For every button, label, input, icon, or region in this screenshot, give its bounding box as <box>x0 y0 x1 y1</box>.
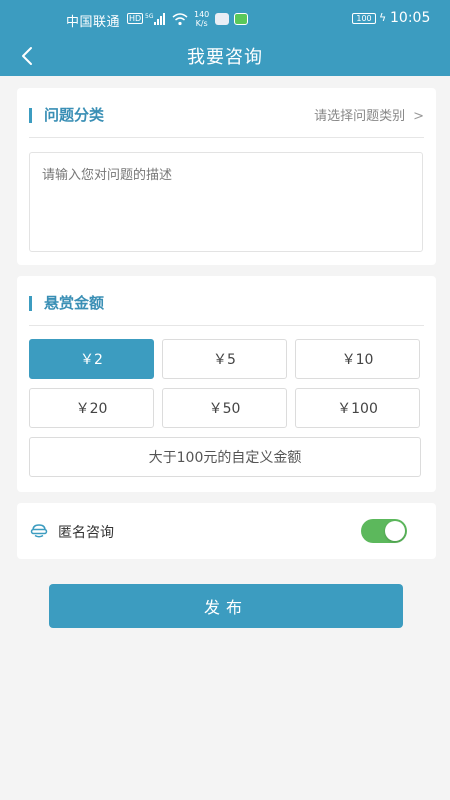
app-notification-icon <box>215 13 229 25</box>
reward-option-2[interactable]: ￥2 <box>29 339 154 379</box>
network-speed: 140 K/s <box>194 10 209 28</box>
svg-text:5G: 5G <box>145 13 154 20</box>
section-accent-bar <box>29 296 32 311</box>
reward-option-5[interactable]: ￥5 <box>162 339 287 379</box>
speed-unit: K/s <box>195 19 208 28</box>
reward-option-50[interactable]: ￥50 <box>162 388 287 428</box>
category-title: 问题分类 <box>44 106 105 124</box>
clock: 10:05 <box>390 10 431 26</box>
category-selector[interactable]: 请选择问题类别 > <box>314 105 424 124</box>
reward-option-10[interactable]: ￥10 <box>295 339 420 379</box>
signal-icon: 5G <box>145 13 165 25</box>
description-box <box>29 152 423 252</box>
anonymous-label: 匿名咨询 <box>58 525 114 541</box>
category-header: 问题分类 请选择问题类别 > <box>29 102 424 138</box>
anonymous-toggle[interactable] <box>361 519 407 543</box>
hd-badge: HD <box>127 13 144 24</box>
custom-amount-button[interactable]: 大于100元的自定义金额 <box>29 437 421 477</box>
anonymous-card: 匿名咨询 <box>17 503 436 559</box>
top-bar: 中国联通 HD 5G 140 K/s 100 ϟ 10:05 我要咨询 <box>0 0 450 76</box>
publish-button[interactable]: 发布 <box>49 584 403 628</box>
mask-icon <box>30 524 48 538</box>
carrier-label: 中国联通 <box>66 15 121 30</box>
wifi-icon <box>172 13 188 26</box>
toggle-knob <box>385 521 405 541</box>
reward-title: 悬赏金额 <box>44 294 105 312</box>
chevron-right-icon: > <box>413 109 424 124</box>
app-bar: 我要咨询 <box>0 36 450 76</box>
description-input[interactable] <box>30 153 422 251</box>
reward-option-100[interactable]: ￥100 <box>295 388 420 428</box>
speed-value: 140 <box>194 10 210 19</box>
question-category-card: 问题分类 请选择问题类别 > <box>17 88 436 265</box>
reward-card: 悬赏金额 ￥2 ￥5 ￥10 ￥20 ￥50 ￥100 大于100元的自定义金额 <box>17 276 436 492</box>
reward-option-20[interactable]: ￥20 <box>29 388 154 428</box>
status-bar: 中国联通 HD 5G 140 K/s 100 ϟ 10:05 <box>0 0 450 36</box>
charging-icon: ϟ <box>379 11 387 24</box>
category-select-placeholder: 请选择问题类别 <box>314 109 406 124</box>
wechat-notification-icon <box>234 13 248 25</box>
battery-icon: 100 <box>352 13 376 24</box>
page-title: 我要咨询 <box>187 47 263 68</box>
reward-header: 悬赏金额 <box>29 290 424 326</box>
section-accent-bar <box>29 108 32 123</box>
